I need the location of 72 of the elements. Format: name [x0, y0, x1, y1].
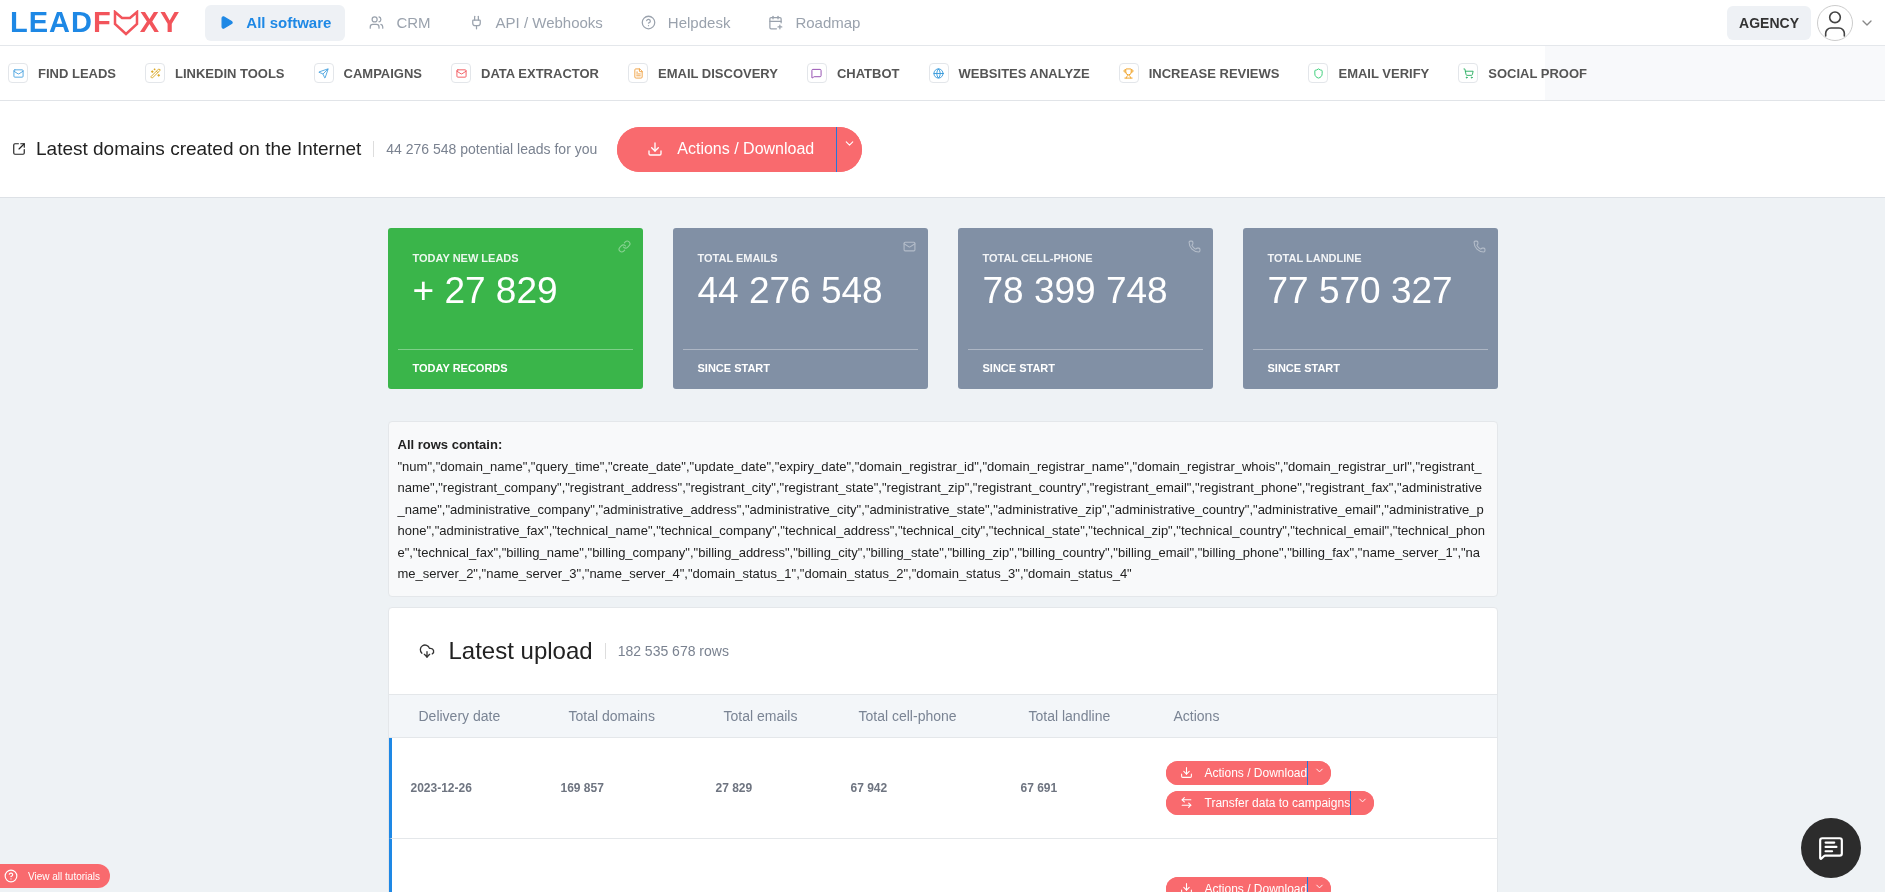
table-cell-text: 2023-12-26	[410, 780, 473, 795]
table-cell-text: 67 691	[1020, 780, 1059, 795]
table-cell-text: 27 829	[715, 780, 754, 795]
tool-link[interactable]: LINKEDIN TOOLS	[145, 63, 285, 83]
download-icon	[1179, 882, 1193, 892]
dropdown-toggle[interactable]	[1307, 760, 1332, 785]
tool-icon	[451, 63, 472, 83]
nav-icon	[369, 15, 385, 30]
tool-icon	[8, 63, 28, 83]
column-header: Delivery date	[418, 707, 502, 724]
card-icon	[617, 240, 631, 253]
stat-value: 77 570 327	[1267, 270, 1454, 312]
tool-icon	[1458, 63, 1479, 83]
external-link-icon	[12, 142, 26, 156]
tool-link[interactable]: EMAIL DISCOVERY	[628, 63, 778, 83]
fields-title: All rows contain:	[397, 436, 504, 454]
stat-label: TOTAL CELL-PHONE	[982, 252, 1094, 264]
column-header: Total landline	[1028, 707, 1112, 724]
tool-icon	[313, 63, 334, 83]
tool-icon	[806, 63, 827, 83]
stat-label: TOTAL LANDLINE	[1267, 252, 1363, 264]
tool-link[interactable]: FIND LEADS	[8, 63, 116, 83]
tool-link[interactable]: INCREASE REVIEWS	[1118, 63, 1280, 83]
dropdown-toggle[interactable]	[836, 126, 863, 172]
dropdown-toggle[interactable]	[1350, 790, 1375, 815]
chat-button[interactable]	[1801, 818, 1861, 878]
stat-label: TOTAL EMAILS	[697, 252, 779, 264]
fields-list: "num","domain_name","query_time","create_date","update_date","expiry_date","domain_registrar_id","domain_registrar_name","domain_registrar_whois","domain_registrar_url","registrant_name","registrant_company","registrant_address","registrant_city","registrant_state","registrant_zip","registrant_country","registrant_email","registrant_phone","registrant_fax","administrative_name","administrative_company","administrative_address","administrative_city","administrative_state","administrative_zip","administrative_country","administrative_email","administrative_phone","administrative_fax","technical_name","technical_company","technical_address","technical_city","technical_state","technical_zip","technical_country","technical_email","technical_phone","technical_fax","billing_name","billing_company","billing_address","billing_city","billing_state","billing_zip","billing_country","billing_email","billing_phone","billing_fax","name_server_1","name_server_2","name_server_3","name_server_4","domain_status_1","domain_status_2","domain_status_3","domain_status_4"	[397, 455, 1488, 585]
card-icon	[902, 240, 916, 253]
stat-value: 78 399 748	[982, 270, 1169, 312]
column-header: Total emails	[723, 707, 799, 724]
arrows-icon	[1179, 796, 1193, 809]
cloud-download-icon	[418, 642, 435, 659]
tool-icon	[1118, 63, 1139, 83]
tool-link[interactable]: EMAIL VERIFY	[1308, 63, 1430, 83]
tool-link[interactable]: CHATBOT	[806, 63, 900, 83]
tool-icon	[928, 63, 949, 83]
fox-icon	[111, 9, 140, 36]
tool-link[interactable]: WEBSITES ANALYZE	[928, 63, 1090, 83]
nav-icon	[219, 15, 235, 30]
stat-footer: TODAY RECORDS	[397, 349, 633, 389]
help-icon	[4, 869, 18, 883]
stat-footer: SINCE START	[682, 349, 918, 389]
tool-link[interactable]: DATA EXTRACTOR	[451, 63, 599, 83]
stat-label: TODAY NEW LEADS	[412, 252, 520, 264]
uploads-title: Latest upload	[448, 636, 593, 665]
column-header: Actions	[1173, 707, 1221, 724]
download-icon	[647, 141, 664, 157]
table-cell-text: 169 857	[560, 780, 605, 795]
chat-icon	[1818, 835, 1844, 861]
tool-link[interactable]: CAMPAIGNS	[313, 63, 423, 83]
stat-value: 44 276 548	[697, 270, 884, 312]
leads-count: 44 276 548 potential leads for you	[386, 141, 598, 157]
column-header: Total domains	[568, 707, 656, 724]
plan-label: AGENCY	[1727, 5, 1811, 40]
card-icon	[1472, 240, 1486, 253]
download-icon	[1179, 766, 1193, 779]
column-header: Total cell-phone	[858, 707, 958, 724]
stat-value: + 27 829	[412, 270, 559, 312]
table-cell-text: 67 942	[850, 780, 889, 795]
page-title: Latest domains created on the Internet	[36, 138, 362, 160]
logo: LEADF XY	[10, 6, 181, 39]
card-icon	[1187, 240, 1201, 253]
tool-icon	[628, 63, 648, 83]
tool-icon	[1308, 63, 1329, 83]
rows-count: 182 535 678 rows	[617, 642, 729, 659]
stat-footer: SINCE START	[967, 349, 1203, 389]
nav-icon	[640, 15, 656, 30]
tool-icon	[145, 63, 165, 83]
nav-icon	[768, 15, 784, 30]
stat-footer: SINCE START	[1252, 349, 1488, 389]
tool-link[interactable]: SOCIAL PROOF	[1458, 63, 1587, 83]
